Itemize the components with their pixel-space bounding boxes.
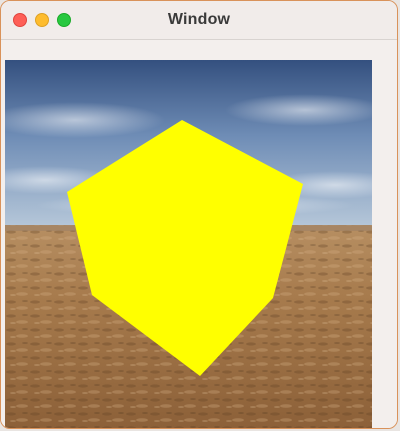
window-content bbox=[1, 40, 397, 428]
render-viewport[interactable] bbox=[5, 60, 372, 428]
scene-canvas bbox=[5, 60, 372, 428]
window-title: Window bbox=[167, 11, 231, 28]
title-bar[interactable]: Window bbox=[1, 1, 397, 40]
app-window: Window bbox=[0, 0, 398, 429]
